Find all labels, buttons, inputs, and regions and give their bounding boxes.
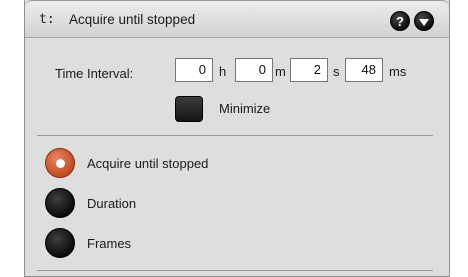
divider-bottom — [37, 270, 433, 271]
collapse-button[interactable] — [414, 11, 434, 31]
minutes-field[interactable]: 0 — [235, 58, 273, 82]
panel-prefix: t: — [39, 12, 55, 27]
hours-unit: h — [219, 64, 227, 79]
divider-top — [37, 135, 433, 136]
radio-label-duration: Duration — [87, 196, 137, 211]
milliseconds-field[interactable]: 48 — [345, 58, 383, 82]
panel-title: Acquire until stopped — [69, 12, 196, 27]
panel-header[interactable]: t: Acquire until stopped ? — [25, 0, 449, 38]
acquisition-panel: t: Acquire until stopped ? Time Interval… — [24, 0, 450, 277]
time-interval-label: Time Interval: — [55, 66, 134, 81]
radio-duration[interactable] — [45, 188, 75, 218]
seconds-unit: s — [333, 64, 340, 79]
chevron-down-icon — [419, 18, 429, 26]
radio-acquire-until-stopped[interactable] — [45, 148, 75, 178]
radio-label-acquire-until-stopped: Acquire until stopped — [87, 156, 209, 171]
help-button[interactable]: ? — [390, 11, 410, 31]
minutes-unit: m — [275, 64, 286, 79]
hours-field[interactable]: 0 — [175, 58, 213, 82]
help-icon: ? — [396, 13, 404, 29]
minimize-label: Minimize — [219, 101, 271, 116]
seconds-field[interactable]: 2 — [290, 58, 328, 82]
minimize-checkbox[interactable] — [175, 96, 203, 122]
radio-label-frames: Frames — [87, 236, 132, 251]
radio-frames[interactable] — [45, 228, 75, 258]
stage: t: Acquire until stopped ? Time Interval… — [0, 0, 468, 277]
milliseconds-unit: ms — [389, 64, 407, 79]
